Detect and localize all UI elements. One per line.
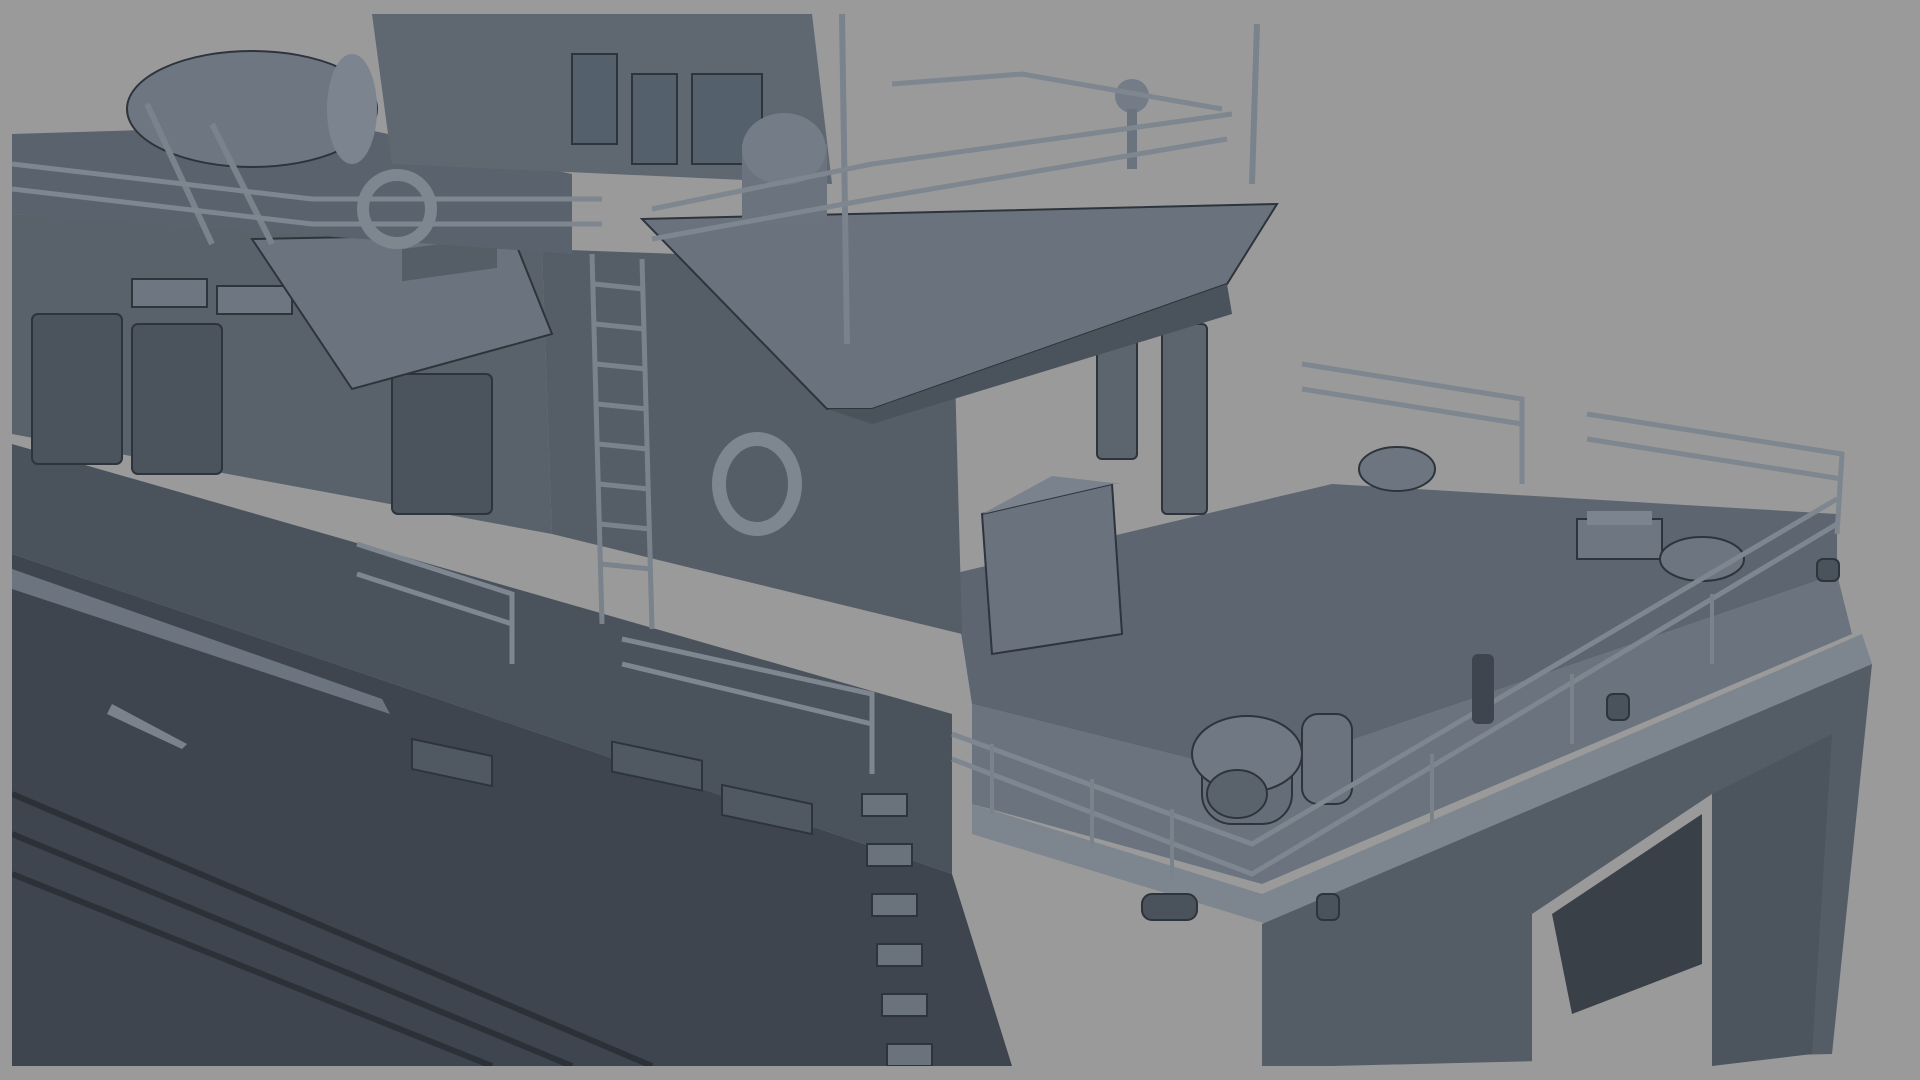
stern-port [1141,893,1198,921]
deck-box [980,476,1124,656]
stern-hatch [1576,511,1663,560]
bollard [1472,654,1494,724]
boat-render [12,14,1908,1066]
render-frame[interactable] [12,14,1908,1066]
viewport[interactable] [0,0,1920,1080]
stern-port [1816,558,1840,582]
stern-port [1316,893,1340,921]
stern-port [1606,693,1630,721]
